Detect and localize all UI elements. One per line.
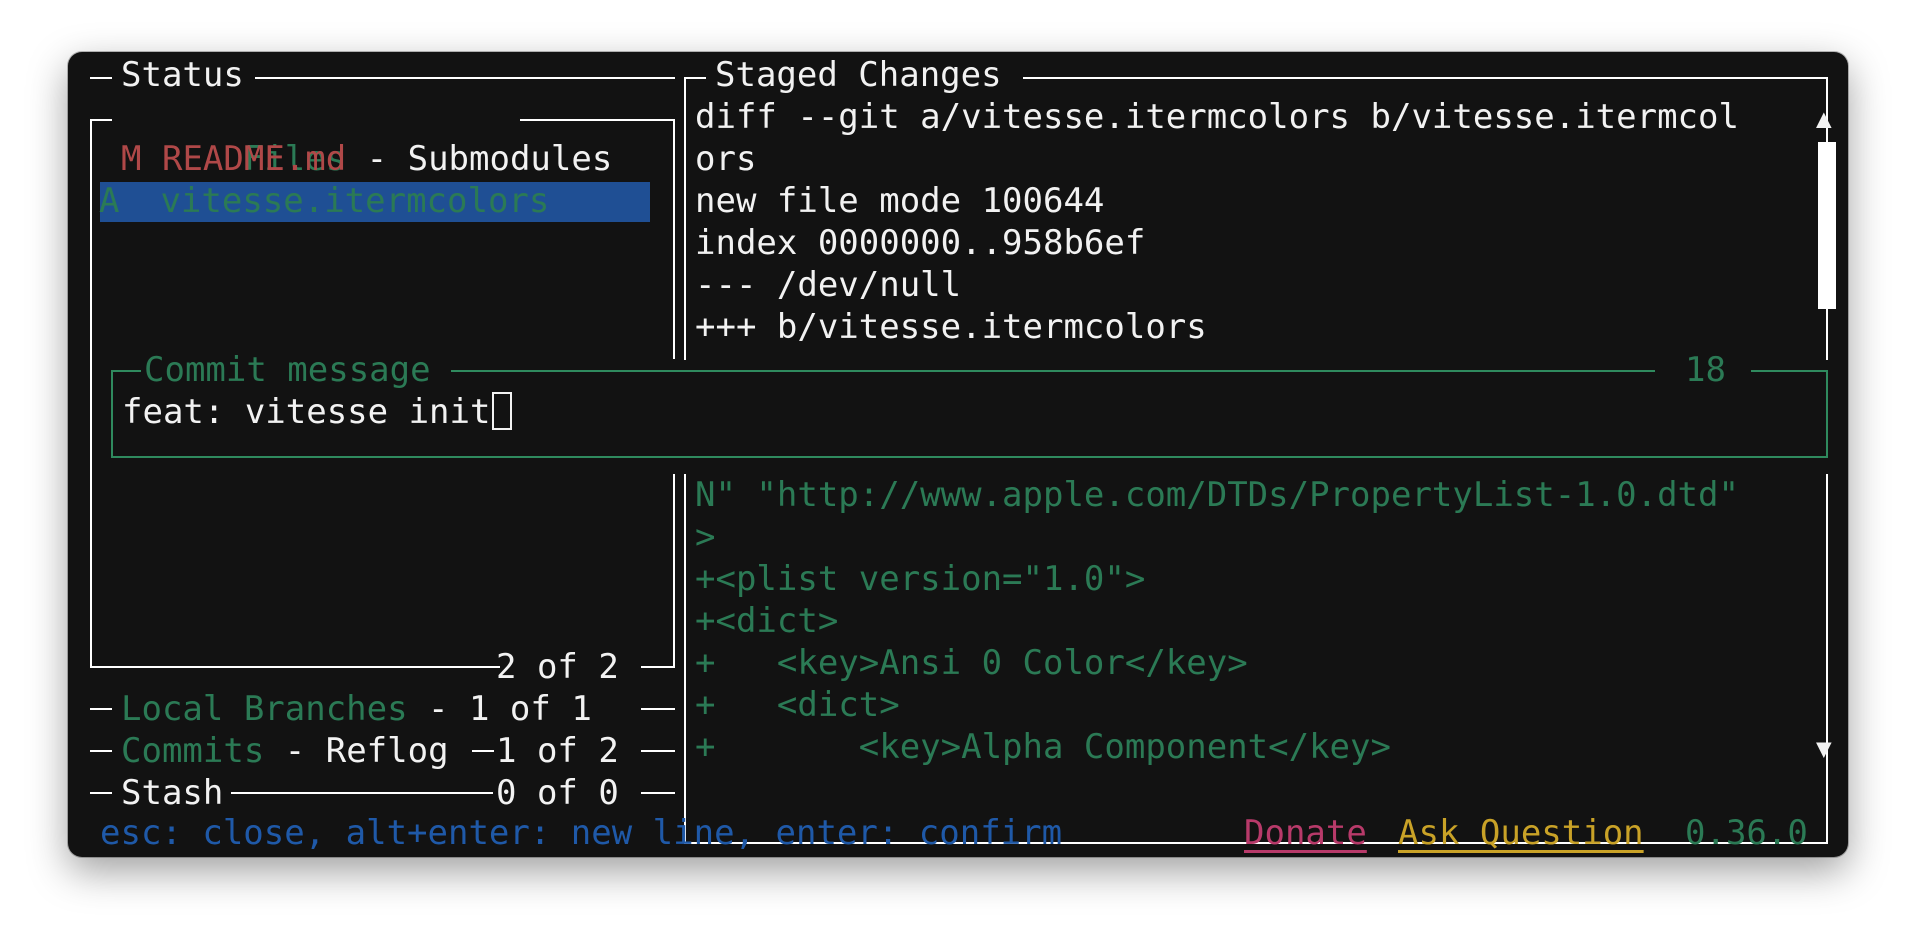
terminal-window: Status Files - Submodules M README.md A … — [68, 52, 1848, 857]
text-cursor — [492, 392, 513, 430]
local-branches-counter: - 1 of 1 — [407, 689, 592, 729]
ask-question-link[interactable]: Ask Question — [1398, 812, 1644, 854]
scroll-up-icon[interactable]: ▲ — [1816, 98, 1832, 140]
stash-label[interactable]: Stash — [121, 772, 223, 814]
diff-line: +++ b/vitesse.itermcolors — [695, 307, 1207, 347]
diff-line: --- /dev/null — [695, 265, 962, 305]
stash-counter: 0 of 0 — [496, 773, 619, 813]
diff-line: + <key>Alpha Component</key> — [695, 727, 1391, 767]
file-item-vitesse-text[interactable]: A vitesse.itermcolors — [99, 180, 549, 222]
commit-message-popup[interactable]: Commit message 18 feat: vitesse init — [111, 349, 1828, 458]
version-label: 0.36.0 — [1685, 813, 1808, 853]
commit-message-input[interactable]: feat: vitesse init — [122, 392, 490, 432]
diff-line: +<dict> — [695, 601, 839, 641]
diff-line: new file mode 100644 — [695, 181, 1105, 221]
file-item-readme[interactable]: M README.md — [121, 138, 346, 180]
diff-line: > — [695, 517, 716, 557]
commit-message-char-count: 18 — [1683, 349, 1728, 391]
diff-line: + <dict> — [695, 685, 900, 725]
files-counter: 2 of 2 — [496, 647, 619, 687]
local-branches-label[interactable]: Local Branches — [121, 689, 408, 729]
file-status-a: A — [99, 181, 120, 221]
donate-link[interactable]: Donate — [1244, 812, 1367, 854]
diff-line: +<plist version="1.0"> — [695, 559, 1146, 599]
commit-message-title: Commit message — [142, 349, 433, 391]
commits-separator: - — [264, 731, 326, 771]
commits-counter: 1 of 2 — [496, 731, 619, 771]
diff-line: diff --git a/vitesse.itermcolors b/vites… — [695, 97, 1739, 137]
diff-line: index 0000000..958b6ef — [695, 223, 1146, 263]
diff-line: ors — [695, 139, 757, 179]
file-status-m: M — [121, 139, 142, 179]
tab-separator: - — [346, 139, 408, 179]
commits-label[interactable]: Commits — [121, 731, 264, 771]
scroll-down-icon[interactable]: ▼ — [1816, 728, 1832, 770]
file-name-vitesse: vitesse.itermcolors — [160, 181, 550, 221]
status-panel-title: Status — [121, 55, 244, 95]
scroll-thumb[interactable] — [1818, 142, 1836, 309]
diff-line: + <key>Ansi 0 Color</key> — [695, 643, 1248, 683]
keybinding-hints: esc: close, alt+enter: new line, enter: … — [100, 813, 1063, 853]
diff-line: N" "http://www.apple.com/DTDs/PropertyLi… — [695, 475, 1739, 515]
tab-reflog[interactable]: Reflog — [326, 731, 449, 771]
file-name-readme: README.md — [161, 139, 347, 179]
tab-submodules[interactable]: Submodules — [408, 139, 613, 179]
staged-changes-title: Staged Changes — [715, 55, 1002, 95]
